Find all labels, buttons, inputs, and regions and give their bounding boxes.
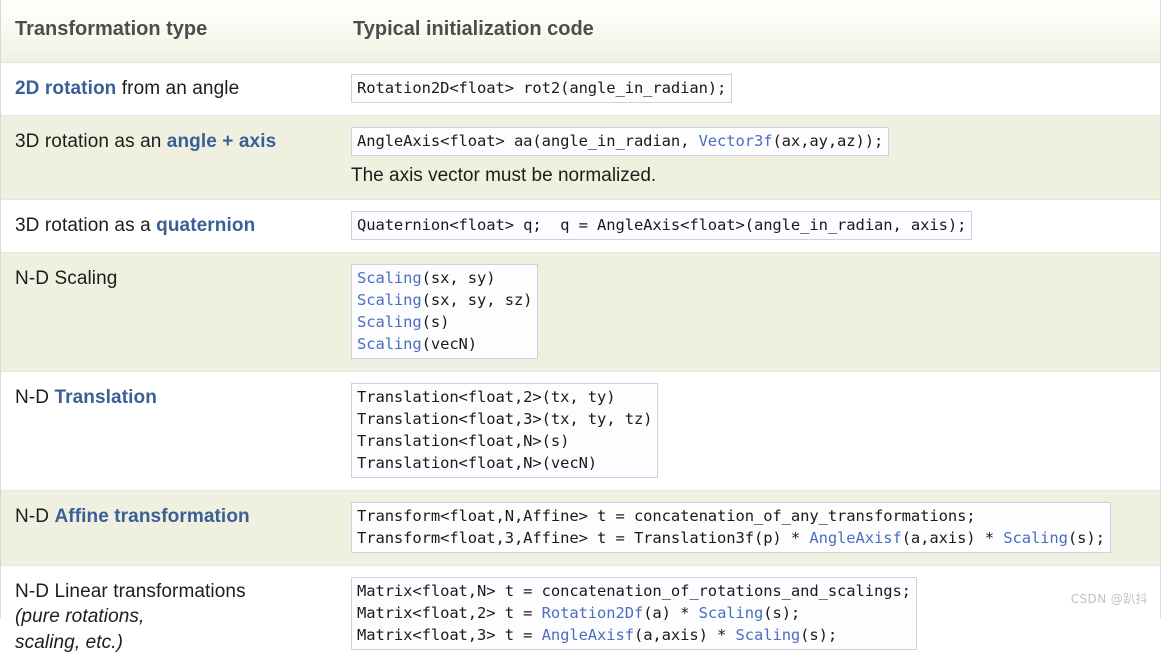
initialization-code-cell: Scaling(sx, sy) Scaling(sx, sy, sz) Scal… xyxy=(339,251,1160,371)
code-text: Matrix<float,N> t = concatenation_of_rot… xyxy=(357,581,911,600)
table-row: N-D Affine transformation Transform<float… xyxy=(1,489,1160,565)
code-block[interactable]: Transform<float,N,Affine> t = concatenat… xyxy=(351,501,1111,553)
transformation-table: Transformation type Typical initializati… xyxy=(1,0,1160,669)
code-keyword: Vector3f xyxy=(698,131,773,150)
code-text: Translation<float,2>(tx, ty) xyxy=(357,387,616,406)
code-text: Transform<float,N,Affine> t = concatenat… xyxy=(357,506,976,525)
transformation-type-cell: N-D Linear transformations (pure rotation… xyxy=(1,564,339,669)
code-block[interactable]: AngleAxis<float> aa(angle_in_radian, Vec… xyxy=(351,126,890,156)
code-keyword: Scaling xyxy=(357,268,422,287)
type-text-suffix: from an angle xyxy=(116,77,240,99)
initialization-code-cell: Quaternion<float> q; q = AngleAxis<float… xyxy=(339,198,1160,252)
initialization-code-cell: Matrix<float,N> t = concatenation_of_rot… xyxy=(339,564,1160,669)
table-row: N-D Linear transformations (pure rotation… xyxy=(1,564,1160,669)
code-block[interactable]: Scaling(sx, sy) Scaling(sx, sy, sz) Scal… xyxy=(351,263,539,359)
code-keyword: Scaling xyxy=(735,625,801,644)
transformation-type-cell: N-D Scaling xyxy=(1,251,339,371)
code-keyword: Scaling xyxy=(357,334,422,353)
code-text: Translation<float,3>(tx, ty, tz) xyxy=(357,409,653,428)
code-text: (s); xyxy=(800,625,838,644)
transformation-type-cell: N-D Affine transformation xyxy=(1,489,339,565)
table-row: N-D Scaling Scaling(sx, sy) Scaling(sx, s… xyxy=(1,251,1160,371)
type-subtext: (pure rotations, xyxy=(15,606,145,628)
code-keyword: AngleAxisf xyxy=(541,625,634,644)
type-subtext: scaling, etc.) xyxy=(15,632,124,654)
code-block[interactable]: Translation<float,2>(tx, ty) Translation… xyxy=(351,382,659,478)
type-highlight: 2D rotation xyxy=(15,77,117,99)
code-text: Translation<float,N>(s) xyxy=(357,431,570,450)
code-keyword: AngleAxisf xyxy=(809,528,902,547)
initialization-code-cell: Transform<float,N,Affine> t = concatenat… xyxy=(339,489,1160,565)
code-text: (vecN) xyxy=(421,334,478,353)
type-text: 3D rotation as a xyxy=(15,214,157,236)
initialization-code-cell: Translation<float,2>(tx, ty) Translation… xyxy=(339,370,1160,490)
transformation-type-cell: 2D rotation from an angle xyxy=(1,61,339,115)
initialization-code-cell: Rotation2D<float> rot2(angle_in_radian); xyxy=(339,61,1160,115)
table-row: N-D Translation Translation<float,2>(tx, … xyxy=(1,370,1160,490)
code-text: Transform<float,3,Affine> t = Translatio… xyxy=(357,528,810,547)
type-highlight: quaternion xyxy=(156,214,256,236)
code-text: (a,axis) * xyxy=(901,528,1004,547)
code-text: (sx, sy) xyxy=(421,268,496,287)
type-highlight: angle + axis xyxy=(166,130,277,152)
code-block[interactable]: Quaternion<float> q; q = AngleAxis<float… xyxy=(351,210,973,240)
type-text: N-D xyxy=(15,505,55,527)
code-keyword: Scaling xyxy=(1003,528,1068,547)
initialization-code-cell: AngleAxis<float> aa(angle_in_radian, Vec… xyxy=(339,114,1160,199)
code-keyword: Scaling xyxy=(357,290,422,309)
type-text: N-D Linear transformations xyxy=(15,580,246,602)
table-header: Transformation type Typical initializati… xyxy=(1,0,1160,63)
column-header-transformation-type: Transformation type xyxy=(1,0,339,63)
table-row: 3D rotation as an angle + axis AngleAxis<… xyxy=(1,114,1160,199)
code-text: (a,axis) * xyxy=(633,625,736,644)
type-text: N-D xyxy=(15,386,55,408)
code-text: (s); xyxy=(1067,528,1105,547)
code-text: Translation<float,N>(vecN) xyxy=(357,453,598,472)
transformation-type-cell: 3D rotation as an angle + axis xyxy=(1,114,339,199)
code-note: The axis vector must be normalized. xyxy=(351,164,657,186)
code-text: (ax,ay,az)); xyxy=(772,131,884,150)
code-text: AngleAxis<float> aa(angle_in_radian, xyxy=(357,131,699,150)
table-row: 3D rotation as a quaternion Quaternion<fl… xyxy=(1,198,1160,252)
watermark: CSDN @趴抖 xyxy=(1070,592,1148,606)
code-block[interactable]: Matrix<float,N> t = concatenation_of_rot… xyxy=(351,576,917,650)
code-text: Quaternion<float> q; q = AngleAxis<float… xyxy=(357,215,967,234)
code-keyword: Scaling xyxy=(357,312,422,331)
table-body: 2D rotation from an angle Rotation2D<floa… xyxy=(1,61,1160,669)
table-row: 2D rotation from an angle Rotation2D<floa… xyxy=(1,61,1160,115)
type-text: 3D rotation as an xyxy=(15,130,167,152)
type-highlight: Affine transformation xyxy=(54,505,250,527)
type-text: N-D Scaling xyxy=(15,267,118,289)
code-text: Rotation2D<float> rot2(angle_in_radian); xyxy=(357,78,727,97)
transformation-type-cell: 3D rotation as a quaternion xyxy=(1,198,339,252)
code-text: Matrix<float,3> t = xyxy=(357,625,542,644)
code-text: (sx, sy, sz) xyxy=(421,290,533,309)
table-header-row: Transformation type Typical initializati… xyxy=(1,0,1160,63)
code-block[interactable]: Rotation2D<float> rot2(angle_in_radian); xyxy=(351,73,733,103)
transformation-type-cell: N-D Translation xyxy=(1,370,339,490)
transformation-table-container: Transformation type Typical initializati… xyxy=(0,0,1161,669)
code-text: (s) xyxy=(421,312,450,331)
type-highlight: Translation xyxy=(54,386,157,408)
column-header-initialization-code: Typical initialization code xyxy=(339,0,1160,63)
